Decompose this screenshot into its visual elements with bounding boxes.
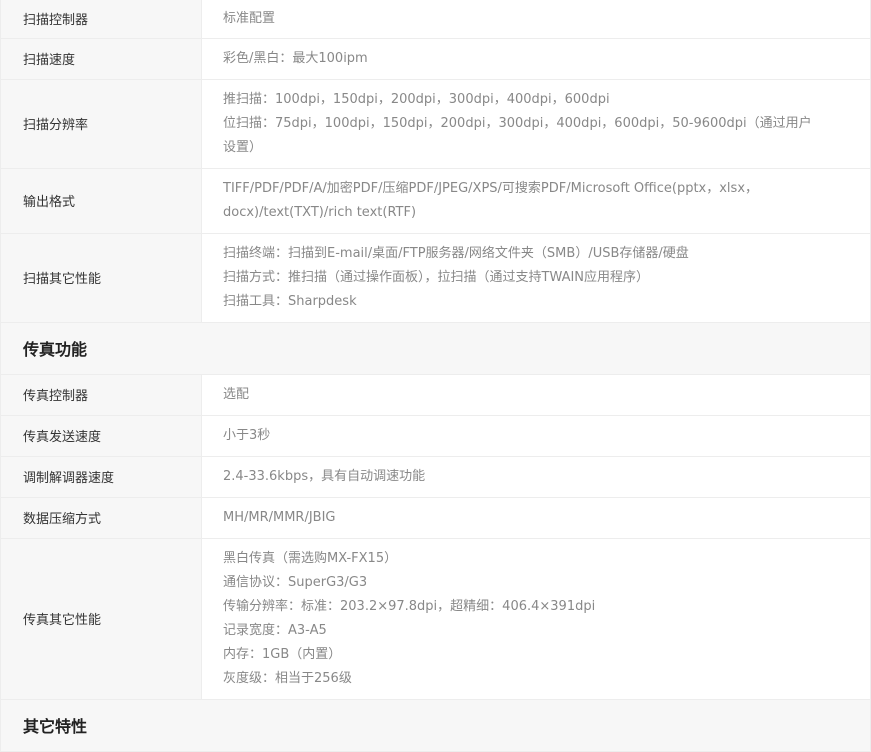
spec-label: 扫描速度	[0, 38, 202, 80]
spec-row-fax-other: 传真其它性能 黑白传真（需选购MX-FX15） 通信协议：SuperG3/G3 …	[0, 538, 871, 700]
spec-value-line: 标准配置	[223, 10, 276, 26]
spec-value-line: 彩色/黑白：最大100ipm	[223, 50, 368, 66]
spec-value-line: 位扫描：75dpi，100dpi，150dpi，200dpi，300dpi，40…	[223, 115, 812, 131]
spec-row-compression: 数据压缩方式 MH/MR/MMR/JBIG	[0, 497, 871, 539]
spec-value-line: 扫描终端：扫描到E-mail/桌面/FTP服务器/网络文件夹（SMB）/USB存…	[223, 245, 689, 261]
spec-value-line: 传输分辨率：标准：203.2×97.8dpi，超精细：406.4×391dpi	[223, 598, 596, 614]
spec-value: 扫描终端：扫描到E-mail/桌面/FTP服务器/网络文件夹（SMB）/USB存…	[201, 233, 871, 323]
spec-value-line: 选配	[223, 386, 250, 402]
spec-value-line: 黑白传真（需选购MX-FX15）	[223, 550, 398, 566]
spec-label: 传真其它性能	[0, 538, 202, 700]
spec-table-body: 扫描控制器 标准配置 扫描速度 彩色/黑白：最大100ipm 扫描分辨率 推扫描…	[0, 0, 871, 752]
spec-value: 推扫描：100dpi，150dpi，200dpi，300dpi，400dpi，6…	[201, 79, 871, 169]
section-title: 传真功能	[0, 322, 871, 375]
spec-value-line: docx)/text(TXT)/rich text(RTF)	[223, 204, 417, 220]
spec-label: 输出格式	[0, 168, 202, 234]
section-title: 其它特性	[0, 699, 871, 752]
spec-value: 2.4-33.6kbps，具有自动调速功能	[201, 456, 871, 498]
spec-value-line: 灰度级：相当于256级	[223, 670, 352, 686]
section-fax: 传真功能	[0, 322, 871, 375]
spec-label: 扫描分辨率	[0, 79, 202, 169]
spec-table: 扫描控制器 标准配置 扫描速度 彩色/黑白：最大100ipm 扫描分辨率 推扫描…	[0, 0, 871, 752]
spec-label: 调制解调器速度	[0, 456, 202, 498]
spec-value-line: MH/MR/MMR/JBIG	[223, 509, 336, 525]
spec-label: 传真控制器	[0, 374, 202, 416]
spec-value: 选配	[201, 374, 871, 416]
spec-row-fax-speed: 传真发送速度 小于3秒	[0, 415, 871, 457]
spec-value-line: 推扫描：100dpi，150dpi，200dpi，300dpi，400dpi，6…	[223, 91, 610, 107]
spec-row-modem-speed: 调制解调器速度 2.4-33.6kbps，具有自动调速功能	[0, 456, 871, 498]
spec-value-line: 扫描工具：Sharpdesk	[223, 293, 357, 309]
spec-value-line: 设置）	[223, 139, 263, 155]
spec-row-scan-other: 扫描其它性能 扫描终端：扫描到E-mail/桌面/FTP服务器/网络文件夹（SM…	[0, 233, 871, 323]
spec-value-line: 扫描方式：推扫描（通过操作面板），拉扫描（通过支持TWAIN应用程序）	[223, 269, 650, 285]
spec-value-line: 记录宽度：A3-A5	[223, 622, 327, 638]
spec-label: 扫描其它性能	[0, 233, 202, 323]
spec-value: 标准配置	[201, 0, 871, 39]
spec-value-line: 通信协议：SuperG3/G3	[223, 574, 368, 590]
section-other: 其它特性	[0, 699, 871, 752]
spec-value-line: TIFF/PDF/PDF/A/加密PDF/压缩PDF/JPEG/XPS/可搜索P…	[223, 180, 759, 196]
spec-value: MH/MR/MMR/JBIG	[201, 497, 871, 539]
spec-value: TIFF/PDF/PDF/A/加密PDF/压缩PDF/JPEG/XPS/可搜索P…	[201, 168, 871, 234]
spec-value-line: 内存：1GB（内置）	[223, 646, 342, 662]
spec-value-line: 2.4-33.6kbps，具有自动调速功能	[223, 468, 426, 484]
spec-row-scan-resolution: 扫描分辨率 推扫描：100dpi，150dpi，200dpi，300dpi，40…	[0, 79, 871, 169]
spec-row-fax-controller: 传真控制器 选配	[0, 374, 871, 416]
spec-value: 黑白传真（需选购MX-FX15） 通信协议：SuperG3/G3 传输分辨率：标…	[201, 538, 871, 700]
spec-value-line: 小于3秒	[223, 427, 271, 443]
spec-value: 彩色/黑白：最大100ipm	[201, 38, 871, 80]
spec-label: 扫描控制器	[0, 0, 202, 39]
spec-value: 小于3秒	[201, 415, 871, 457]
spec-row-output-format: 输出格式 TIFF/PDF/PDF/A/加密PDF/压缩PDF/JPEG/XPS…	[0, 168, 871, 234]
spec-row-scan-speed: 扫描速度 彩色/黑白：最大100ipm	[0, 38, 871, 80]
spec-row-scan-controller: 扫描控制器 标准配置	[0, 0, 871, 39]
spec-label: 数据压缩方式	[0, 497, 202, 539]
spec-label: 传真发送速度	[0, 415, 202, 457]
